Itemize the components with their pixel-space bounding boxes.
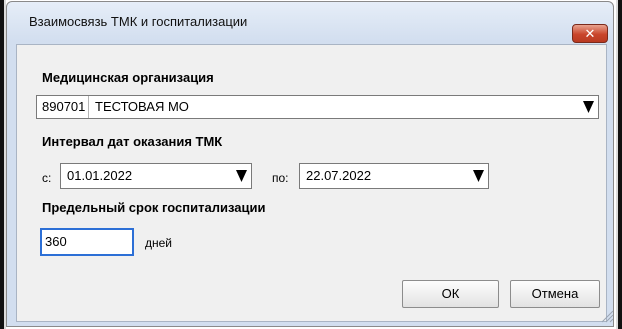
title-bar[interactable]: Взаимосвязь ТМК и госпитализации <box>7 2 613 35</box>
close-icon: ✕ <box>584 26 596 41</box>
date-to-value: 22.07.2022 <box>306 168 372 183</box>
date-from-picker[interactable]: 01.01.2022 <box>60 163 252 189</box>
dropdown-icon[interactable] <box>234 164 248 188</box>
org-name: ТЕСТОВАЯ МО <box>95 99 189 114</box>
org-combobox[interactable]: 890701 ТЕСТОВАЯ МО <box>36 95 599 119</box>
date-to-picker[interactable]: 22.07.2022 <box>299 163 489 189</box>
close-button[interactable]: ✕ <box>572 24 608 43</box>
org-code: 890701 <box>37 96 89 118</box>
right-edge <box>616 0 622 329</box>
date-from-value: 01.01.2022 <box>67 168 133 183</box>
dropdown-icon[interactable] <box>471 164 485 188</box>
dropdown-icon[interactable] <box>581 96 595 118</box>
limit-label: Предельный срок госпитализации <box>42 200 266 215</box>
days-unit-label: дней <box>145 236 173 250</box>
cancel-button[interactable]: Отмена <box>510 280 600 308</box>
org-label: Медицинская организация <box>42 70 214 85</box>
resize-grip-icon[interactable] <box>600 309 614 323</box>
window-title: Взаимосвязь ТМК и госпитализации <box>29 14 248 29</box>
ok-button[interactable]: ОК <box>402 280 499 308</box>
from-label: с: <box>42 171 52 185</box>
limit-days-value: 360 <box>45 234 67 249</box>
limit-days-input[interactable]: 360 <box>40 228 134 256</box>
to-label: по: <box>272 171 289 185</box>
interval-label: Интервал дат оказания ТМК <box>42 134 223 149</box>
